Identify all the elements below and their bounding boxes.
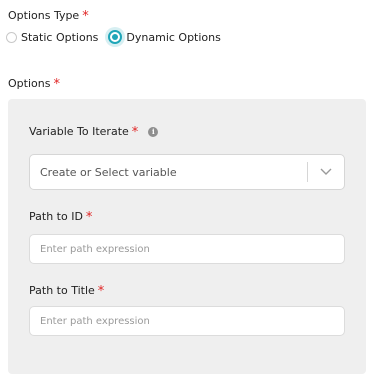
- radio-unchecked-icon[interactable]: [6, 31, 17, 43]
- radio-checked-icon[interactable]: [108, 30, 123, 44]
- info-icon[interactable]: i: [148, 126, 159, 137]
- path-to-title-input[interactable]: [29, 306, 345, 336]
- options-type-radio-group: Static Options Dynamic Options: [6, 30, 221, 44]
- path-to-id-label: Path to ID: [29, 210, 83, 223]
- options-config-form: Options Type * Static Options Dynamic Opt…: [0, 0, 376, 382]
- path-to-id-input[interactable]: [29, 234, 345, 264]
- options-type-heading: Options Type *: [8, 8, 89, 24]
- required-asterisk: *: [85, 210, 93, 225]
- path-to-title-heading: Path to Title *: [29, 283, 105, 299]
- required-asterisk: *: [82, 9, 89, 24]
- variable-select-value: Create or Select variable: [40, 165, 177, 179]
- options-label: Options: [8, 77, 51, 90]
- radio-static-options-label: Static Options: [21, 30, 99, 44]
- options-type-label: Options Type: [8, 9, 80, 22]
- chevron-down-icon[interactable]: [308, 168, 344, 176]
- options-heading: Options *: [8, 76, 60, 92]
- options-panel: Variable To Iterate * i Create or Select …: [8, 99, 366, 374]
- variable-select[interactable]: Create or Select variable: [29, 154, 345, 190]
- required-asterisk: *: [53, 77, 60, 92]
- required-asterisk: *: [97, 284, 105, 299]
- required-asterisk: *: [131, 125, 139, 140]
- variable-to-iterate-heading: Variable To Iterate * i: [29, 124, 159, 140]
- radio-static-options[interactable]: Static Options: [6, 31, 98, 44]
- path-to-id-heading: Path to ID *: [29, 209, 93, 225]
- path-to-title-label: Path to Title: [29, 284, 95, 297]
- radio-dynamic-options-label: Dynamic Options: [126, 30, 221, 44]
- variable-to-iterate-label: Variable To Iterate: [29, 125, 129, 138]
- radio-dynamic-options[interactable]: Dynamic Options: [108, 30, 221, 44]
